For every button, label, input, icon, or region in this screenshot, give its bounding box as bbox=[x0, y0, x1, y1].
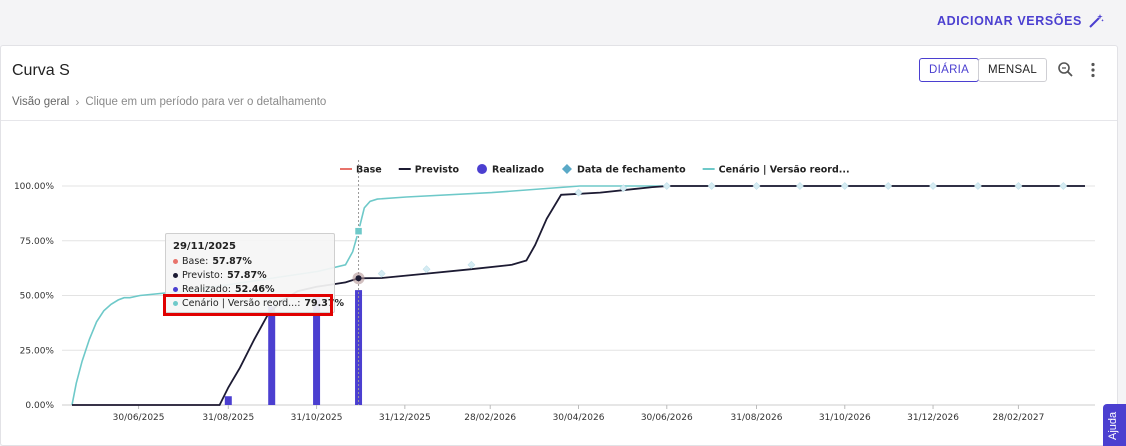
x-tick-label: 30/06/2025 bbox=[113, 413, 165, 423]
realizado-dot-icon bbox=[173, 287, 178, 292]
realizado-bar bbox=[268, 306, 276, 405]
tooltip-label: Previsto: bbox=[182, 270, 224, 281]
cenario-hover-marker bbox=[353, 226, 364, 236]
x-tick-label: 28/02/2026 bbox=[464, 413, 516, 423]
x-tick-label: 31/08/2025 bbox=[202, 413, 254, 423]
base-dot-icon bbox=[173, 259, 178, 264]
closing-date-marker bbox=[662, 182, 671, 190]
x-tick-label: 31/10/2025 bbox=[291, 413, 343, 423]
closing-date-marker bbox=[377, 269, 386, 278]
help-tab-label: Ajuda bbox=[1107, 411, 1119, 440]
realizado-bar bbox=[224, 396, 232, 405]
legend-diamond-icon bbox=[561, 164, 572, 174]
closing-date-marker bbox=[795, 182, 804, 190]
realizado-bar bbox=[355, 290, 363, 405]
legend-label: Base bbox=[356, 165, 382, 176]
legend-label: Cenário | Versão reord... bbox=[719, 165, 850, 176]
closing-date-marker bbox=[574, 188, 583, 197]
tooltip-row-base: Base: 57.87% bbox=[173, 256, 252, 267]
tooltip-date: 29/11/2025 bbox=[173, 241, 236, 252]
x-tick-label: 31/12/2026 bbox=[907, 413, 959, 423]
closing-date-marker bbox=[884, 182, 893, 190]
legend-label: Data de fechamento bbox=[577, 165, 686, 176]
x-tick-label: 28/02/2027 bbox=[992, 413, 1044, 423]
x-tick-label: 31/08/2026 bbox=[731, 413, 783, 423]
closing-date-marker bbox=[422, 265, 431, 274]
tooltip-highlight-box bbox=[163, 294, 333, 316]
y-tick-label: 100.00% bbox=[14, 182, 54, 192]
legend-label: Previsto bbox=[415, 165, 460, 176]
help-tab[interactable]: Ajuda bbox=[1103, 404, 1126, 446]
x-tick-label: 31/10/2026 bbox=[819, 413, 871, 423]
x-tick-label: 30/06/2026 bbox=[641, 413, 693, 423]
closing-date-markers bbox=[377, 182, 1068, 278]
legend-circle-icon bbox=[477, 164, 488, 174]
closing-date-marker bbox=[752, 182, 761, 190]
y-axis: 0.00% 25.00% 50.00% 75.00% 100.00% bbox=[14, 182, 54, 411]
y-tick-label: 25.00% bbox=[20, 346, 55, 356]
crosshair bbox=[352, 160, 365, 405]
previsto-hover-marker bbox=[355, 275, 362, 282]
closing-date-marker bbox=[1059, 182, 1068, 190]
chart-legend: Base Previsto Realizado Data de fechamento C… bbox=[340, 164, 850, 176]
y-tick-label: 50.00% bbox=[20, 292, 55, 302]
closing-date-marker bbox=[929, 182, 937, 190]
tooltip-row-previsto: Previsto: 57.87% bbox=[173, 270, 267, 281]
s-curve-chart[interactable]: Base Previsto Realizado Data de fechamento C… bbox=[0, 0, 1126, 446]
legend-label: Realizado bbox=[492, 165, 544, 176]
closing-date-marker bbox=[973, 182, 982, 190]
previsto-dot-icon bbox=[173, 273, 178, 278]
y-tick-label: 0.00% bbox=[25, 401, 54, 411]
x-axis: 30/06/2025 31/08/2025 31/10/2025 31/12/2025… bbox=[113, 405, 1044, 423]
x-tick-label: 30/04/2026 bbox=[553, 413, 605, 423]
closing-date-marker bbox=[840, 182, 849, 190]
x-tick-label: 31/12/2025 bbox=[379, 413, 431, 423]
tooltip-label: Base: bbox=[182, 256, 209, 267]
y-tick-label: 75.00% bbox=[20, 237, 55, 247]
tooltip-value: 57.87% bbox=[212, 256, 252, 267]
closing-date-marker bbox=[467, 260, 476, 269]
closing-date-marker bbox=[707, 182, 716, 190]
tooltip-value: 57.87% bbox=[227, 270, 267, 281]
closing-date-marker bbox=[1014, 182, 1023, 190]
